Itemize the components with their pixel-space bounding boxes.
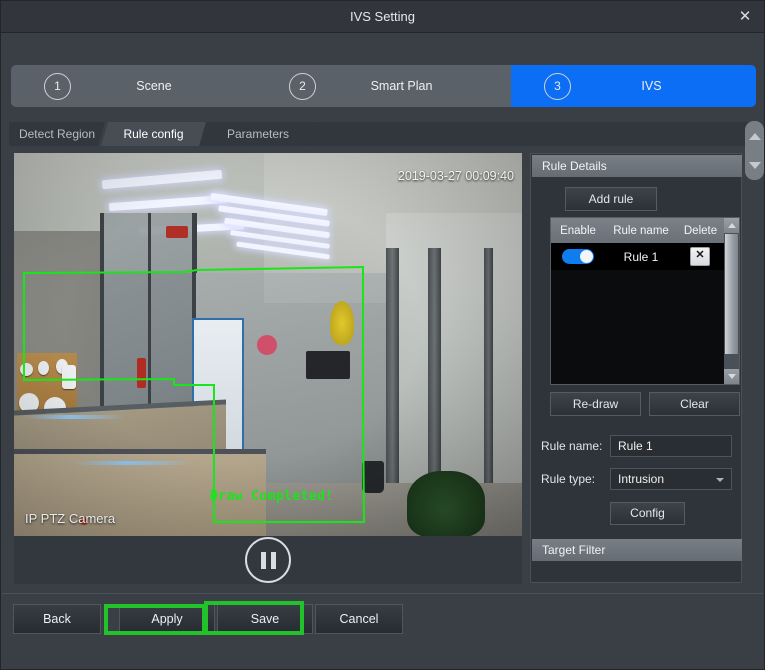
step-number-1: 1: [44, 73, 71, 100]
clear-button[interactable]: Clear: [649, 392, 740, 416]
scrollbar-thumb[interactable]: [725, 234, 738, 354]
wizard-stepper: 1 Scene 2 Smart Plan 3 IVS: [11, 65, 756, 107]
title-bar: IVS Setting ✕: [1, 1, 764, 33]
step-number-3: 3: [544, 73, 571, 100]
window-title: IVS Setting: [1, 1, 764, 32]
delete-rule-button[interactable]: ✕: [690, 247, 710, 266]
step-label-smart-plan: Smart Plan: [316, 79, 487, 93]
video-preview[interactable]: 2019-03-27 00:09:40 IP PTZ Camera Draw C…: [14, 153, 522, 536]
column-header-rule-name: Rule name: [605, 225, 677, 237]
tab-parameters[interactable]: Parameters: [199, 122, 317, 146]
ivs-setting-window: IVS Setting ✕ 1 Scene 2 Smart Plan 3 IVS…: [0, 0, 765, 670]
chevron-down-icon: [716, 478, 724, 482]
step-smart-plan[interactable]: 2 Smart Plan: [256, 65, 511, 107]
rule-type-select[interactable]: Intrusion: [610, 468, 732, 490]
step-label-ivs: IVS: [571, 79, 732, 93]
playback-controls: [14, 536, 522, 584]
camera-name-label: IP PTZ Camera: [25, 511, 115, 526]
close-icon[interactable]: ✕: [730, 4, 760, 29]
tab-rule-config[interactable]: Rule config: [101, 122, 206, 146]
panel-scrollbar[interactable]: [745, 121, 764, 180]
rule-row-name: Rule 1: [605, 250, 677, 264]
scroll-up-icon[interactable]: [724, 218, 739, 233]
step-label-scene: Scene: [71, 79, 237, 93]
rule-type-selected-value: Intrusion: [618, 469, 664, 489]
draw-completed-message: Draw Completed!: [210, 489, 333, 504]
video-timestamp: 2019-03-27 00:09:40: [398, 169, 514, 183]
rule-type-label: Rule type:: [541, 468, 613, 490]
chevron-down-icon[interactable]: [745, 151, 764, 179]
footer-buttons: Back Apply Save Cancel: [13, 604, 403, 634]
apply-button[interactable]: Apply: [119, 604, 215, 634]
rule-table-header: Enable Rule name Delete: [551, 218, 724, 243]
step-number-2: 2: [289, 73, 316, 100]
rule-list-scrollbar[interactable]: [724, 218, 739, 384]
rule-name-label: Rule name:: [541, 435, 613, 457]
rule-list-table: Enable Rule name Delete Rule 1 ✕: [550, 217, 740, 385]
chevron-up-icon[interactable]: [745, 122, 764, 150]
column-header-enable: Enable: [551, 225, 605, 237]
add-rule-button[interactable]: Add rule: [565, 187, 657, 211]
toggle-knob: [580, 250, 593, 263]
tab-strip-filler: [309, 122, 749, 146]
config-button[interactable]: Config: [610, 502, 685, 525]
column-header-delete: Delete: [677, 225, 724, 237]
cancel-button[interactable]: Cancel: [315, 604, 403, 634]
table-row[interactable]: Rule 1 ✕: [551, 243, 724, 270]
scroll-down-icon[interactable]: [724, 369, 739, 384]
section-header-rule-details[interactable]: Rule Details: [532, 155, 742, 177]
rule-name-input[interactable]: [610, 435, 732, 457]
footer-divider: [2, 593, 763, 594]
section-header-target-filter[interactable]: Target Filter: [532, 539, 742, 561]
rule-enable-toggle[interactable]: [562, 249, 594, 264]
save-button[interactable]: Save: [217, 604, 313, 634]
pause-icon[interactable]: [245, 537, 291, 583]
back-button[interactable]: Back: [13, 604, 101, 634]
video-annotation-overlay: 2019-03-27 00:09:40 IP PTZ Camera Draw C…: [14, 153, 522, 536]
tab-detect-region[interactable]: Detect Region: [9, 122, 105, 146]
rule-type-field-row: Rule type: Intrusion: [531, 468, 741, 490]
rule-name-field-row: Rule name:: [531, 435, 741, 457]
step-scene[interactable]: 1 Scene: [11, 65, 261, 107]
intrusion-region-polygon: [14, 153, 522, 536]
redraw-button[interactable]: Re-draw: [550, 392, 641, 416]
step-ivs[interactable]: 3 IVS: [511, 65, 756, 107]
tab-strip: Detect Region Parameters Rule config: [9, 122, 749, 146]
rule-details-panel: Rule Details Add rule Enable Rule name D…: [530, 153, 742, 583]
